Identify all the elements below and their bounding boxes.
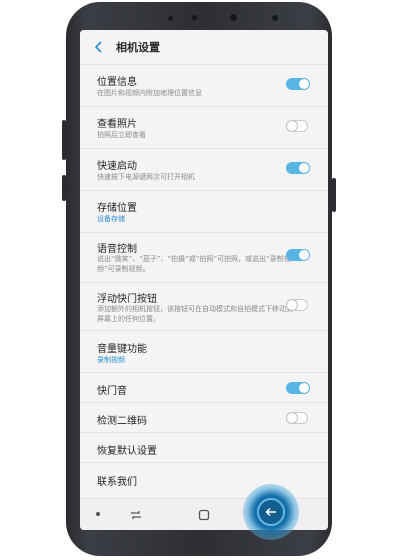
recent-apps-button[interactable] (128, 507, 144, 523)
setting-title: 检测二维码 (97, 416, 147, 427)
setting-value: 设备存储 (97, 215, 125, 223)
setting-title: 快速启动 (97, 161, 137, 172)
setting-detect-qr[interactable]: 检测二维码 (80, 402, 328, 432)
floating-shutter-toggle[interactable] (286, 299, 308, 311)
review-toggle[interactable] (286, 120, 308, 132)
back-button[interactable] (86, 30, 112, 64)
setting-subtitle: 添加额外的相机按钮，该按钮可在自动模式和自拍模式下移动到屏幕上的任何位置。 (97, 305, 293, 323)
setting-storage-location[interactable]: 存储位置 设备存储 (80, 190, 328, 232)
chevron-left-icon (94, 41, 102, 53)
setting-title: 存储位置 (97, 203, 137, 214)
recent-apps-icon (131, 511, 141, 519)
home-button[interactable] (196, 507, 212, 523)
setting-reset[interactable]: 恢复默认设置 (80, 432, 328, 462)
phone-screen: 相机设置 位置信息 在图片和视频内附加地理位置信息 查看照片 拍照后立即查看 快… (80, 30, 328, 530)
setting-value: 录制视频 (97, 356, 125, 364)
setting-quick-launch[interactable]: 快速启动 快速按下电源键两次可打开相机 (80, 148, 328, 190)
back-arrow-icon (265, 507, 276, 517)
keyboard-hide-dot[interactable] (96, 512, 100, 516)
setting-title: 语音控制 (97, 244, 137, 255)
setting-title: 浮动快门按钮 (97, 294, 157, 305)
nav-back-button[interactable] (257, 498, 285, 526)
bixby-button (62, 175, 66, 201)
shutter-sound-toggle[interactable] (286, 382, 310, 394)
setting-title: 恢复默认设置 (97, 446, 157, 457)
setting-volume-keys[interactable]: 音量键功能 录制视频 (80, 330, 328, 372)
setting-title: 音量键功能 (97, 344, 147, 355)
setting-shutter-sound[interactable]: 快门音 (80, 372, 328, 402)
home-icon (198, 509, 210, 521)
power-button (332, 178, 336, 212)
setting-title: 快门音 (97, 386, 127, 397)
setting-title: 位置信息 (97, 77, 137, 88)
app-header: 相机设置 (80, 30, 328, 64)
setting-title: 联系我们 (97, 477, 137, 488)
setting-subtitle: 拍照后立即查看 (97, 131, 146, 139)
quick-launch-toggle[interactable] (286, 162, 310, 174)
setting-subtitle: 快速按下电源键两次可打开相机 (97, 173, 195, 181)
setting-title: 查看照片 (97, 119, 137, 130)
detect-qr-toggle[interactable] (286, 412, 308, 424)
voice-control-toggle[interactable] (286, 249, 310, 261)
location-toggle[interactable] (286, 78, 310, 90)
setting-location-tags[interactable]: 位置信息 在图片和视频内附加地理位置信息 (80, 64, 328, 106)
page-title: 相机设置 (116, 41, 160, 54)
setting-review-pictures[interactable]: 查看照片 拍照后立即查看 (80, 106, 328, 148)
setting-floating-shutter[interactable]: 浮动快门按钮 添加额外的相机按钮，该按钮可在自动模式和自拍模式下移动到屏幕上的任… (80, 282, 328, 330)
setting-voice-control[interactable]: 语音控制 说出“微笑”、“茄子”、“拍摄”或“拍照”可拍照，或说出“录制视频”可… (80, 232, 328, 282)
setting-subtitle: 说出“微笑”、“茄子”、“拍摄”或“拍照”可拍照，或说出“录制视频”可录制视频。 (97, 255, 291, 273)
volume-button (62, 120, 66, 160)
setting-subtitle: 在图片和视频内附加地理位置信息 (97, 89, 202, 97)
